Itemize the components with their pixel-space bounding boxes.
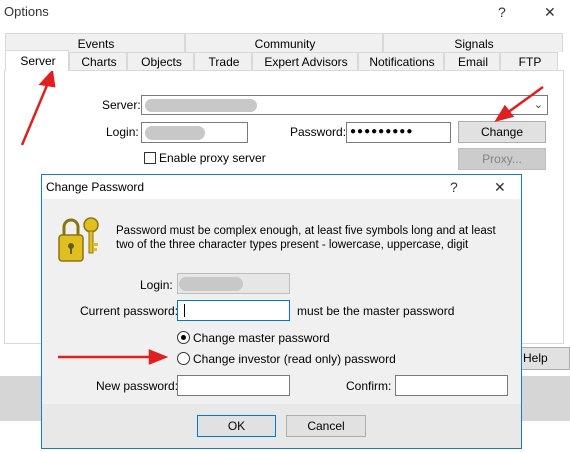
- arrow-to-investor-radio: [58, 349, 169, 365]
- arrow-to-server-tab: [20, 69, 56, 146]
- tab-server[interactable]: Server: [5, 50, 69, 71]
- annotation-overlay: [20, 69, 544, 365]
- tab-server-label: Server: [20, 54, 56, 68]
- arrow-to-change-button: [494, 85, 544, 123]
